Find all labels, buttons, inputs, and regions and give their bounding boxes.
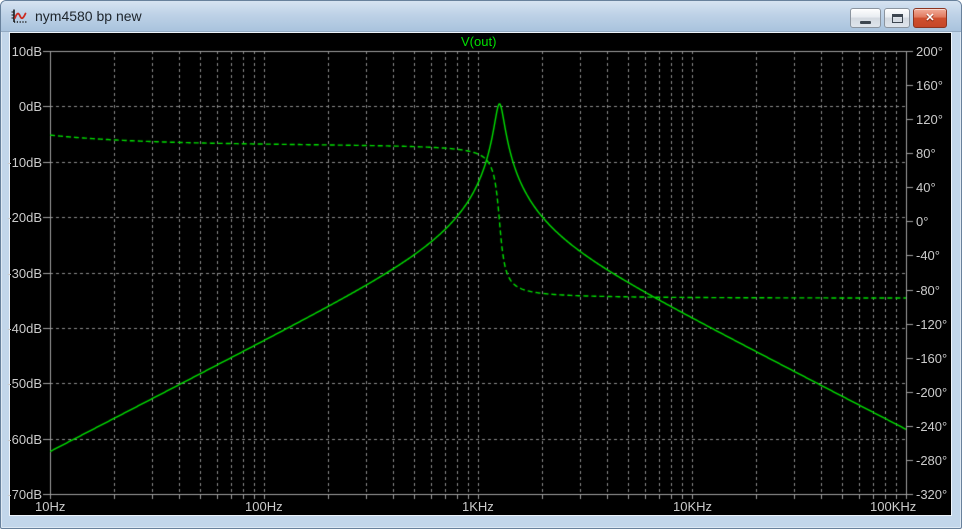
waveform-pane: 10dB 0dB -10dB -20dB -30dB -40dB -50dB -60dB -70… bbox=[7, 32, 952, 516]
window-controls: ✕ bbox=[850, 8, 947, 28]
app-icon-waveform bbox=[11, 9, 27, 23]
trace-label[interactable]: V(out) bbox=[461, 35, 496, 48]
plot-area[interactable] bbox=[10, 33, 951, 515]
close-icon: ✕ bbox=[925, 11, 935, 24]
maximize-icon bbox=[891, 13, 903, 23]
close-button[interactable]: ✕ bbox=[913, 8, 947, 28]
titlebar[interactable]: nym4580 bp new ✕ bbox=[1, 1, 961, 32]
window-title: nym4580 bp new bbox=[35, 8, 142, 24]
app-window: nym4580 bp new ✕ 10dB 0dB -10dB -20dB -30dB -… bbox=[0, 0, 962, 529]
minimize-button[interactable] bbox=[850, 8, 881, 28]
minimize-icon bbox=[860, 21, 871, 24]
maximize-button[interactable] bbox=[884, 8, 910, 28]
